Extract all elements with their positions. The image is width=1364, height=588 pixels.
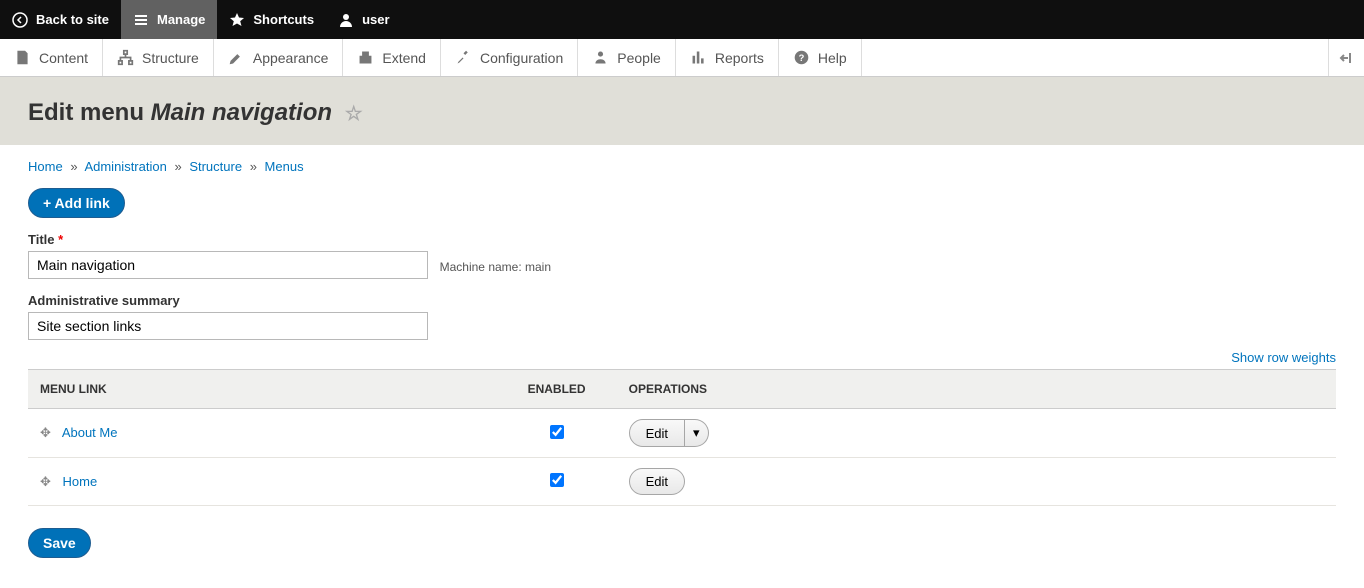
back-arrow-icon — [12, 12, 28, 28]
title-label: Title * — [28, 232, 1336, 247]
summary-label: Administrative summary — [28, 293, 1336, 308]
edit-button[interactable]: Edit — [629, 468, 685, 495]
title-input[interactable] — [28, 251, 428, 279]
hamburger-icon — [133, 12, 149, 28]
user-icon — [338, 12, 354, 28]
configuration-icon — [455, 49, 472, 66]
manage-tab[interactable]: Manage — [121, 0, 217, 39]
machine-name: Machine name: main — [440, 260, 551, 274]
shortcuts-label: Shortcuts — [253, 12, 314, 27]
extend-icon — [357, 49, 374, 66]
col-operations: OPERATIONS — [617, 370, 1336, 409]
enabled-checkbox[interactable] — [550, 425, 564, 439]
user-tab[interactable]: user — [326, 0, 401, 39]
enabled-checkbox[interactable] — [550, 473, 564, 487]
appearance-icon — [228, 49, 245, 66]
add-link-button[interactable]: + Add link — [28, 188, 125, 218]
show-row-weights-link[interactable]: Show row weights — [1231, 350, 1336, 365]
menu-links-table: MENU LINK ENABLED OPERATIONS ✥ About Me … — [28, 369, 1336, 506]
menu-link-item[interactable]: About Me — [62, 425, 118, 440]
back-to-site-label: Back to site — [36, 12, 109, 27]
toggle-orientation-icon — [1338, 49, 1356, 67]
svg-text:?: ? — [799, 53, 805, 63]
col-menu-link: MENU LINK — [28, 370, 497, 409]
shortcut-star-icon[interactable]: ☆ — [345, 101, 363, 126]
breadcrumb-administration[interactable]: Administration — [84, 159, 166, 174]
admin-reports[interactable]: Reports — [676, 39, 779, 76]
page-title: Edit menu Main navigation ☆ — [28, 99, 1336, 127]
admin-help[interactable]: ? Help — [779, 39, 862, 76]
reports-icon — [690, 49, 707, 66]
breadcrumb-menus[interactable]: Menus — [265, 159, 304, 174]
table-row: ✥ Home Edit — [28, 458, 1336, 506]
save-button[interactable]: Save — [28, 528, 91, 558]
shortcuts-tab[interactable]: Shortcuts — [217, 0, 326, 39]
admin-extend[interactable]: Extend — [343, 39, 441, 76]
table-row: ✥ About Me Edit▾ — [28, 409, 1336, 458]
drag-handle-icon[interactable]: ✥ — [40, 425, 51, 441]
edit-button[interactable]: Edit — [629, 419, 685, 447]
breadcrumb-home[interactable]: Home — [28, 159, 63, 174]
admin-appearance[interactable]: Appearance — [214, 39, 344, 76]
drag-handle-icon[interactable]: ✥ — [40, 474, 51, 490]
admin-configuration[interactable]: Configuration — [441, 39, 578, 76]
star-icon — [229, 12, 245, 28]
edit-dropdown-toggle[interactable]: ▾ — [685, 419, 709, 447]
admin-content[interactable]: Content — [0, 39, 103, 76]
menu-link-item[interactable]: Home — [63, 474, 98, 489]
user-label: user — [362, 12, 389, 27]
structure-icon — [117, 49, 134, 66]
summary-input[interactable] — [28, 312, 428, 340]
admin-structure[interactable]: Structure — [103, 39, 214, 76]
back-to-site[interactable]: Back to site — [0, 0, 121, 39]
help-icon: ? — [793, 49, 810, 66]
toolbar-orientation-toggle[interactable] — [1328, 39, 1364, 76]
admin-people[interactable]: People — [578, 39, 676, 76]
breadcrumb-structure[interactable]: Structure — [189, 159, 242, 174]
people-icon — [592, 49, 609, 66]
manage-label: Manage — [157, 12, 205, 27]
content-icon — [14, 49, 31, 66]
col-enabled: ENABLED — [497, 370, 617, 409]
breadcrumb: Home » Administration » Structure » Menu… — [28, 159, 1336, 174]
